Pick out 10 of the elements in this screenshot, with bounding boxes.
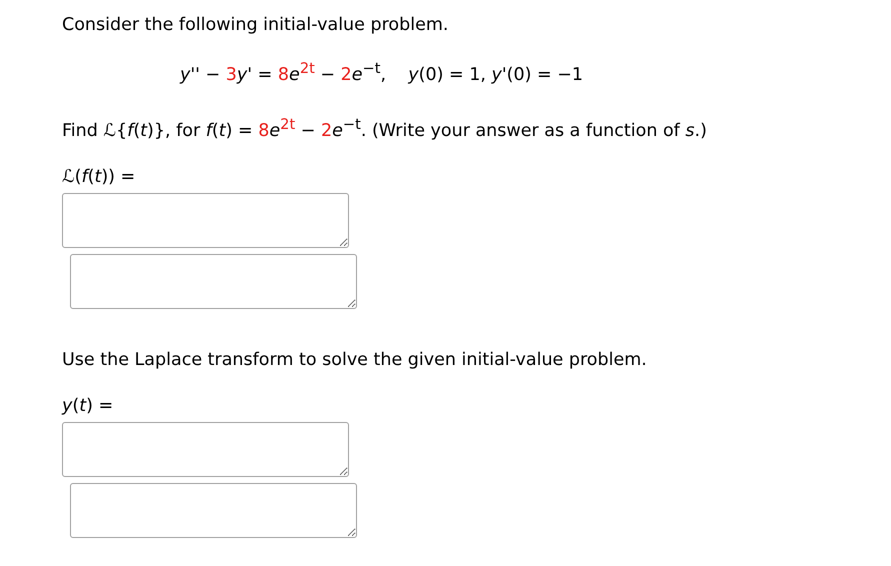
answer-field[interactable] <box>70 254 357 309</box>
answer-label: y(t) = <box>62 394 114 418</box>
answer-label: ℒ(f(t)) = <box>62 166 136 189</box>
answer-field[interactable] <box>70 482 357 538</box>
answer-field[interactable] <box>62 192 349 248</box>
intro-text: Consider the following initial-value problem. <box>62 14 448 37</box>
equation: y'' − 3y' = 8e$^{2t}$ − 2e$^{−t}$, y(0) = 1, y'(0) = −1 <box>180 59 584 87</box>
question-text: Find ℒ{f(t)}, for f(t) = 8e$^{2t}$ − 2e$^{−t}$. (Write your answer as a function of s.) <box>62 114 707 143</box>
question-text: Use the Laplace transform to solve the given initial-value problem. <box>62 348 647 372</box>
answer-field[interactable] <box>62 422 349 477</box>
